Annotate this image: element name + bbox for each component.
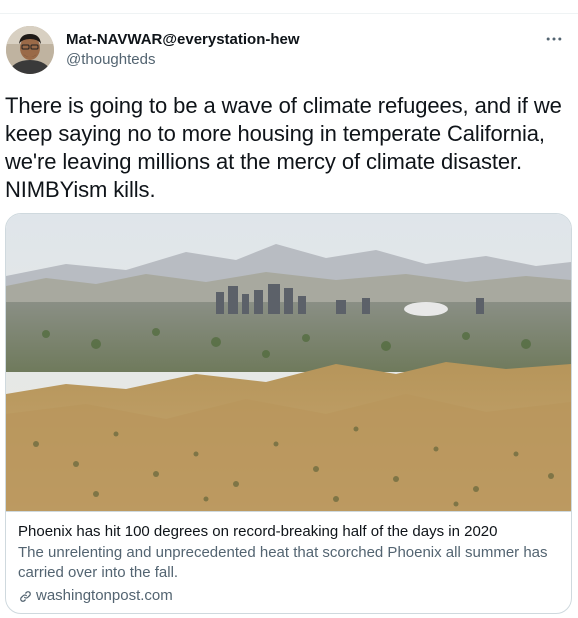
- tweet-text: There is going to be a wave of climate r…: [5, 93, 562, 202]
- avatar[interactable]: [6, 26, 54, 74]
- more-horizontal-icon: [546, 37, 562, 41]
- link-preview-card[interactable]: Phoenix has hit 100 degrees on record-br…: [5, 213, 572, 614]
- card-domain-text[interactable]: washingtonpost.com: [36, 586, 173, 606]
- card-body[interactable]: Phoenix has hit 100 degrees on record-br…: [6, 511, 571, 613]
- author-display-name[interactable]: Mat-NAVWAR@everystation-hew: [66, 30, 300, 50]
- card-description: The unrelenting and unprecedented heat t…: [18, 544, 548, 581]
- link-icon: [20, 590, 31, 602]
- card-domain[interactable]: washingtonpost.com: [18, 586, 559, 606]
- card-title[interactable]: Phoenix has hit 100 degrees on record-br…: [18, 522, 559, 542]
- card-image[interactable]: [6, 214, 571, 511]
- avatar-image: [6, 26, 54, 74]
- top-divider: [0, 13, 578, 14]
- more-options-button[interactable]: [540, 28, 568, 50]
- author-handle[interactable]: @thoughteds: [66, 50, 155, 70]
